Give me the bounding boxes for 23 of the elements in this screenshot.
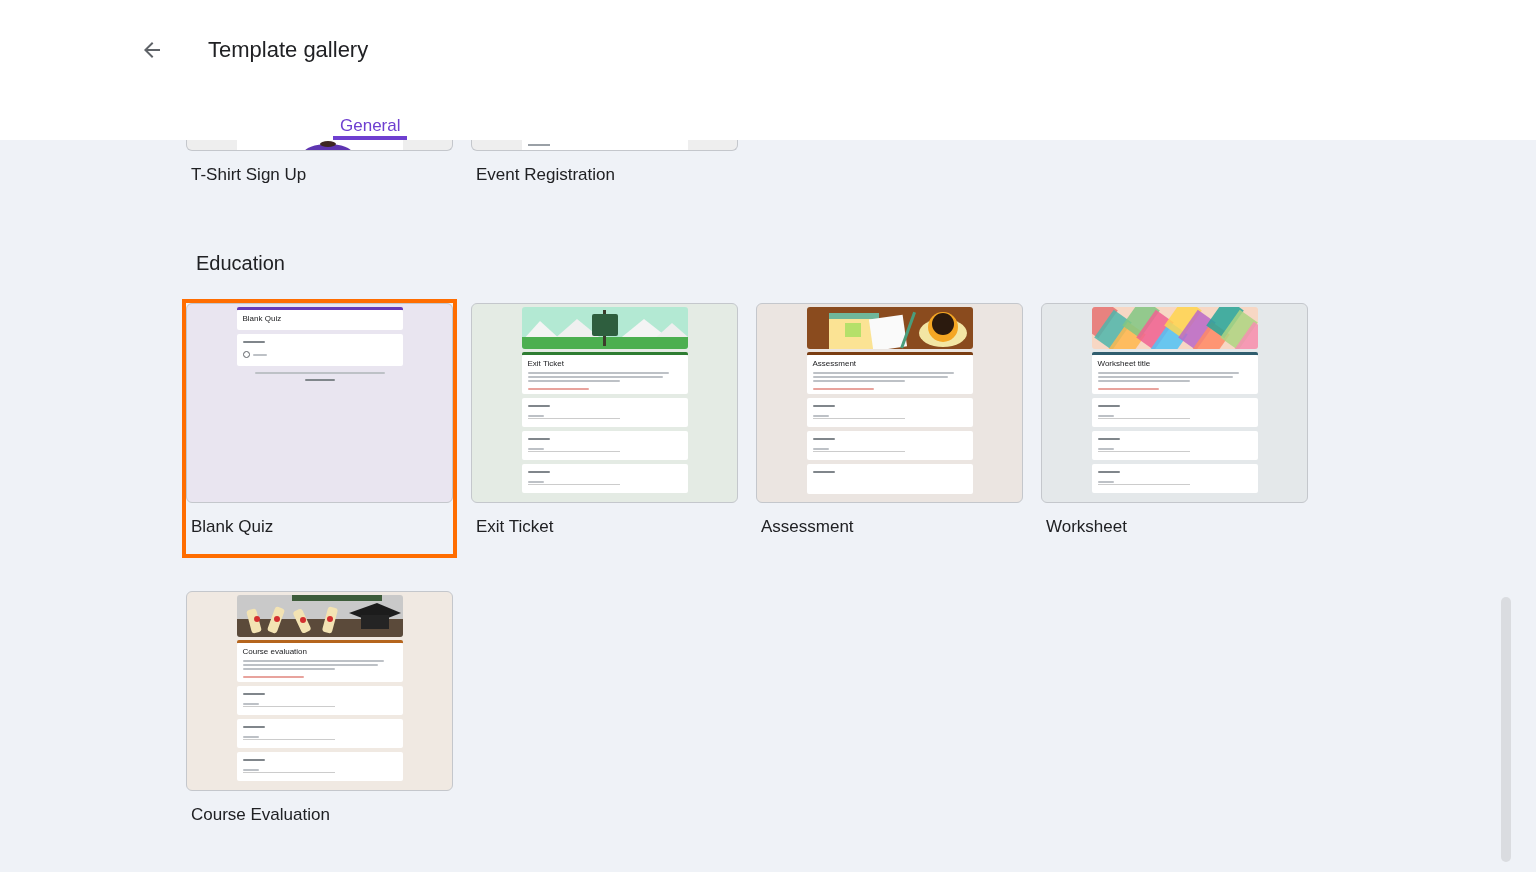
template-thumbnail[interactable]: Blank Quiz (186, 303, 453, 503)
page-title: Template gallery (208, 37, 369, 63)
text-line (527, 144, 550, 146)
form-title: Worksheet title (1097, 359, 1152, 369)
template-title[interactable]: T-Shirt Sign Up (186, 151, 312, 202)
text-line (304, 379, 335, 381)
template-title[interactable]: Worksheet (1041, 503, 1132, 554)
template-title[interactable]: Blank Quiz (186, 503, 279, 554)
section-heading: Education (196, 251, 286, 275)
form-title: Course evaluation (242, 647, 308, 657)
template-thumbnail[interactable] (186, 140, 453, 151)
template-thumbnail[interactable]: Assessment (756, 303, 1023, 503)
form-title: Assessment (812, 359, 858, 369)
template-thumbnail[interactable]: Worksheet title (1041, 303, 1308, 503)
template-title[interactable]: Exit Ticket (471, 503, 559, 554)
template-thumbnail[interactable]: Course evaluation (186, 591, 453, 791)
template-title[interactable]: Assessment (756, 503, 859, 554)
template-thumbnail[interactable]: Exit Ticket (471, 303, 738, 503)
template-title[interactable]: Event Registration (471, 151, 620, 202)
form-title: Blank Quiz (242, 314, 283, 324)
template-title[interactable]: Course Evaluation (186, 791, 335, 842)
template-thumbnail[interactable] (471, 140, 738, 151)
form-title: Exit Ticket (527, 359, 565, 369)
